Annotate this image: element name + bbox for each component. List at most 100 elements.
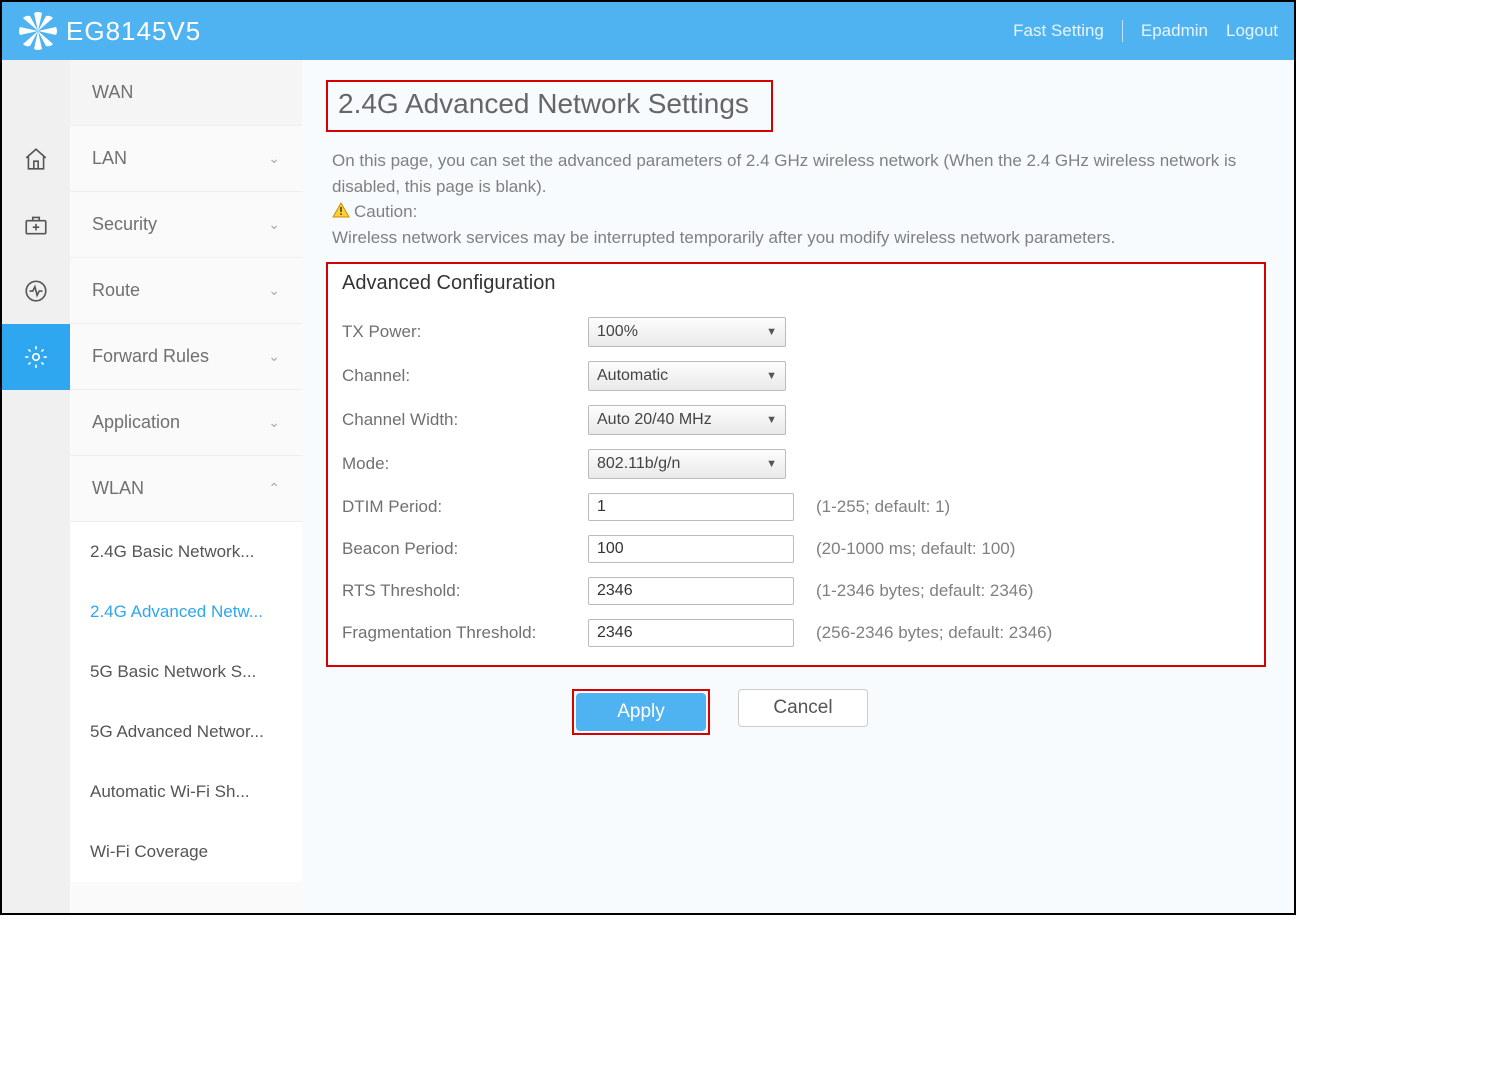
select-channel[interactable]: Automatic ▼ — [588, 361, 786, 391]
sub-5g-basic[interactable]: 5G Basic Network S... — [70, 642, 302, 702]
page-description: On this page, you can set the advanced p… — [326, 148, 1266, 250]
sidebar-item-application[interactable]: Application ⌄ — [70, 390, 302, 456]
input-beacon[interactable] — [588, 535, 794, 563]
label-frag: Fragmentation Threshold: — [342, 623, 588, 643]
sub-label: 2.4G Advanced Netw... — [90, 602, 263, 622]
dropdown-arrow-icon: ▼ — [766, 414, 777, 426]
sub-24g-basic[interactable]: 2.4G Basic Network... — [70, 522, 302, 582]
product-name: EG8145V5 — [66, 16, 201, 47]
button-row: Apply Cancel — [326, 689, 1266, 735]
row-channel: Channel: Automatic ▼ — [342, 361, 1250, 391]
icon-rail — [2, 60, 70, 915]
sidebar-label: WAN — [92, 82, 133, 103]
header-links: Fast Setting Epadmin Logout — [1013, 20, 1278, 42]
link-user[interactable]: Epadmin — [1141, 21, 1208, 41]
rail-home[interactable] — [2, 126, 70, 192]
select-mode[interactable]: 802.11b/g/n ▼ — [588, 449, 786, 479]
cancel-label: Cancel — [773, 697, 832, 719]
sidebar-item-route[interactable]: Route ⌄ — [70, 258, 302, 324]
label-dtim: DTIM Period: — [342, 497, 588, 517]
config-section-title: Advanced Configuration — [342, 270, 1250, 303]
chevron-down-icon: ⌄ — [268, 150, 280, 167]
chevron-down-icon: ⌄ — [268, 414, 280, 431]
sub-24g-advanced[interactable]: 2.4G Advanced Netw... — [70, 582, 302, 642]
chevron-up-icon: ⌃ — [268, 480, 280, 497]
row-rts: RTS Threshold: (1-2346 bytes; default: 2… — [342, 577, 1250, 605]
sidebar-item-lan[interactable]: LAN ⌄ — [70, 126, 302, 192]
input-rts[interactable] — [588, 577, 794, 605]
label-mode: Mode: — [342, 454, 588, 474]
brand-logo: EG8145V5 — [18, 11, 201, 51]
app-frame: EG8145V5 Fast Setting Epadmin Logout — [0, 0, 1296, 915]
sub-label: 2.4G Basic Network... — [90, 542, 254, 562]
huawei-logo-icon — [18, 11, 58, 51]
row-channel-width: Channel Width: Auto 20/40 MHz ▼ — [342, 405, 1250, 435]
home-icon — [23, 146, 49, 172]
select-channel-width[interactable]: Auto 20/40 MHz ▼ — [588, 405, 786, 435]
sub-label: 5G Basic Network S... — [90, 662, 256, 682]
sub-label: Automatic Wi-Fi Sh... — [90, 782, 250, 802]
select-tx-power[interactable]: 100% ▼ — [588, 317, 786, 347]
select-value: 100% — [597, 323, 638, 341]
sub-label: Wi-Fi Coverage — [90, 842, 208, 862]
rail-settings[interactable] — [2, 324, 70, 390]
row-beacon: Beacon Period: (20-1000 ms; default: 100… — [342, 535, 1250, 563]
row-dtim: DTIM Period: (1-255; default: 1) — [342, 493, 1250, 521]
link-logout[interactable]: Logout — [1226, 21, 1278, 41]
sub-auto-wifi[interactable]: Automatic Wi-Fi Sh... — [70, 762, 302, 822]
apply-button[interactable]: Apply — [576, 693, 706, 731]
label-channel: Channel: — [342, 366, 588, 386]
apply-label: Apply — [617, 701, 665, 723]
dropdown-arrow-icon: ▼ — [766, 326, 777, 338]
hint-beacon: (20-1000 ms; default: 100) — [816, 539, 1015, 559]
select-value: Automatic — [597, 367, 668, 385]
label-tx-power: TX Power: — [342, 322, 588, 342]
body: WAN LAN ⌄ Security ⌄ Route ⌄ Forward Rul… — [2, 60, 1294, 915]
label-rts: RTS Threshold: — [342, 581, 588, 601]
title-highlight-box: 2.4G Advanced Network Settings — [326, 80, 773, 132]
sidebar-item-wlan[interactable]: WLAN ⌃ — [70, 456, 302, 522]
hint-dtim: (1-255; default: 1) — [816, 497, 950, 517]
row-mode: Mode: 802.11b/g/n ▼ — [342, 449, 1250, 479]
sidebar-label: Route — [92, 280, 140, 301]
link-fast-setting[interactable]: Fast Setting — [1013, 21, 1104, 41]
sub-label: 5G Advanced Networ... — [90, 722, 264, 742]
row-tx-power: TX Power: 100% ▼ — [342, 317, 1250, 347]
sidebar-label: Security — [92, 214, 157, 235]
rail-toolbox[interactable] — [2, 192, 70, 258]
hint-frag: (256-2346 bytes; default: 2346) — [816, 623, 1052, 643]
hint-rts: (1-2346 bytes; default: 2346) — [816, 581, 1033, 601]
sidebar-item-wan[interactable]: WAN — [70, 60, 302, 126]
rail-activity[interactable] — [2, 258, 70, 324]
sub-5g-advanced[interactable]: 5G Advanced Networ... — [70, 702, 302, 762]
sidebar-item-forward-rules[interactable]: Forward Rules ⌄ — [70, 324, 302, 390]
sidebar-label: Forward Rules — [92, 346, 209, 367]
dropdown-arrow-icon: ▼ — [766, 458, 777, 470]
chevron-down-icon: ⌄ — [268, 282, 280, 299]
rail-slot-blank — [2, 60, 70, 126]
briefcase-plus-icon — [23, 212, 49, 238]
content-area: 2.4G Advanced Network Settings On this p… — [302, 60, 1294, 915]
cancel-button[interactable]: Cancel — [738, 689, 868, 727]
input-frag[interactable] — [588, 619, 794, 647]
sub-wifi-coverage[interactable]: Wi-Fi Coverage — [70, 822, 302, 882]
row-frag: Fragmentation Threshold: (256-2346 bytes… — [342, 619, 1250, 647]
sidebar-label: Application — [92, 412, 180, 433]
select-value: Auto 20/40 MHz — [597, 411, 712, 429]
chevron-down-icon: ⌄ — [268, 216, 280, 233]
sidebar-item-security[interactable]: Security ⌄ — [70, 192, 302, 258]
sidebar: WAN LAN ⌄ Security ⌄ Route ⌄ Forward Rul… — [70, 60, 302, 915]
dropdown-arrow-icon: ▼ — [766, 370, 777, 382]
label-beacon: Beacon Period: — [342, 539, 588, 559]
activity-icon — [23, 278, 49, 304]
apply-highlight-box: Apply — [572, 689, 710, 735]
caution-label: Caution: — [354, 199, 417, 225]
input-dtim[interactable] — [588, 493, 794, 521]
header-divider — [1122, 20, 1123, 42]
chevron-down-icon: ⌄ — [268, 348, 280, 365]
caution-line: Caution: — [332, 199, 1256, 225]
caution-text: Wireless network services may be interru… — [332, 225, 1256, 251]
advanced-config-box: Advanced Configuration TX Power: 100% ▼ … — [326, 262, 1266, 667]
gear-icon — [23, 344, 49, 370]
page-title: 2.4G Advanced Network Settings — [338, 88, 749, 120]
